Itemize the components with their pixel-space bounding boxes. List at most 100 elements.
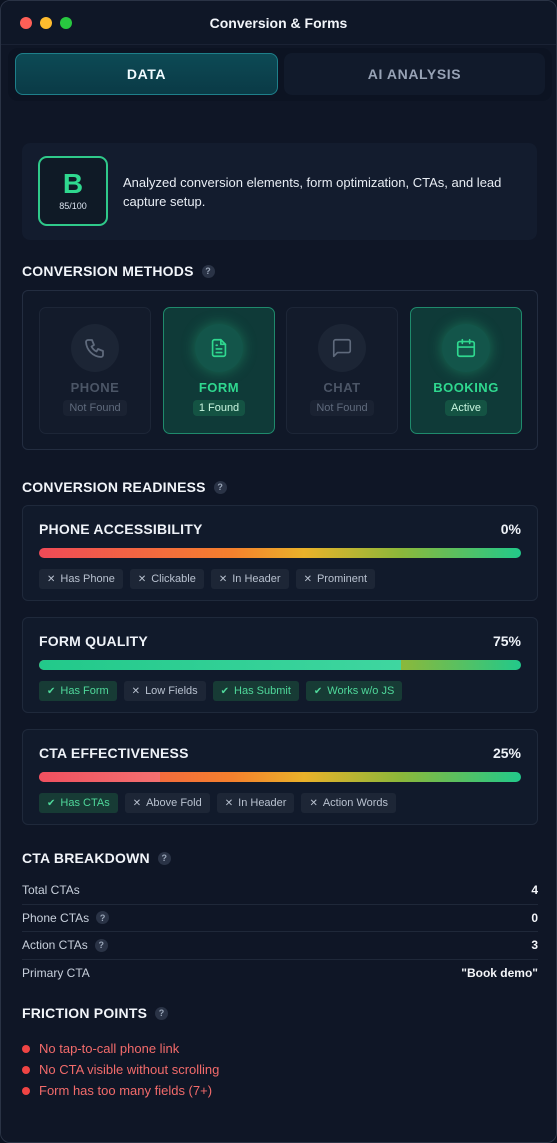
row-label-text: Action CTAs xyxy=(22,938,88,953)
friction-text: No tap-to-call phone link xyxy=(39,1041,180,1056)
help-icon[interactable]: ? xyxy=(96,911,110,925)
grade-badge: B 85/100 xyxy=(38,156,108,226)
row-value: "Book demo" xyxy=(461,966,538,981)
table-row: Phone CTAs? 0 xyxy=(22,905,538,932)
metric-cta-effectiveness: CTA EFFECTIVENESS 25% ✔ Has CTAs ✕ Above F… xyxy=(22,729,538,825)
method-status: Not Found xyxy=(310,400,374,416)
row-value: 3 xyxy=(531,938,538,953)
method-card-phone: PHONE Not Found xyxy=(39,307,151,434)
grade-description: Analyzed conversion elements, form optim… xyxy=(123,175,502,209)
help-icon[interactable]: ? xyxy=(201,264,215,278)
section-title-friction-label: FRICTION POINTS xyxy=(22,1005,148,1021)
check-chip: ✔ Has Submit xyxy=(212,681,299,701)
metric-value: 75% xyxy=(492,633,521,649)
list-item: No tap-to-call phone link xyxy=(22,1038,219,1059)
x-icon: ✕ xyxy=(47,573,56,585)
check-label: Has Phone xyxy=(60,573,115,585)
method-status: Not Found xyxy=(63,400,127,416)
check-chip: ✔ Has Form xyxy=(39,681,117,701)
row-value: 0 xyxy=(531,910,538,925)
method-status: Active xyxy=(445,400,487,416)
table-row: Primary CTA "Book demo" xyxy=(22,960,538,988)
check-chip: ✔ Has CTAs xyxy=(39,793,118,813)
table-row: Action CTAs? 3 xyxy=(22,932,538,960)
check-list: ✔ Has CTAs ✕ Above Fold ✕ In Header ✕ Action… xyxy=(39,793,397,813)
x-icon: ✕ xyxy=(309,797,318,809)
section-title-friction: FRICTION POINTS ? xyxy=(22,1005,169,1021)
check-chip: ✕ In Header xyxy=(216,793,295,813)
friction-text: No CTA visible without scrolling xyxy=(39,1062,220,1077)
row-label-text: Phone CTAs xyxy=(22,910,90,925)
chat-icon xyxy=(318,324,366,372)
check-label: Clickable xyxy=(151,573,196,585)
metric-phone-accessibility: PHONE ACCESSIBILITY 0% ✕ Has Phone ✕ Click… xyxy=(22,505,538,601)
check-label: Prominent xyxy=(316,573,368,585)
check-icon: ✔ xyxy=(313,685,323,697)
check-chip: ✕ Above Fold xyxy=(124,793,210,813)
section-title-cta-label: CTA BREAKDOWN xyxy=(22,850,150,866)
row-value: 4 xyxy=(531,883,538,898)
progress-fill xyxy=(39,660,401,670)
close-window-button[interactable] xyxy=(20,17,32,29)
method-label: CHAT xyxy=(323,380,361,395)
check-label: Has CTAs xyxy=(60,797,110,809)
tab-data[interactable]: DATA xyxy=(15,53,278,95)
zoom-window-button[interactable] xyxy=(60,17,72,29)
check-chip: ✕ Action Words xyxy=(301,793,397,813)
progress-fill xyxy=(39,772,160,782)
metric-name: PHONE ACCESSIBILITY xyxy=(39,521,203,537)
tab-bar: DATA AI ANALYSIS xyxy=(8,48,552,101)
method-card-form: FORM 1 Found xyxy=(163,307,275,434)
check-label: Low Fields xyxy=(145,685,198,697)
metric-name: CTA EFFECTIVENESS xyxy=(39,745,189,761)
list-item: Form has too many fields (7+) xyxy=(22,1080,219,1101)
method-card-booking: BOOKING Active xyxy=(410,307,522,434)
row-label: Action CTAs? xyxy=(22,938,108,952)
row-label: Total CTAs xyxy=(22,883,80,897)
window-controls xyxy=(20,17,72,29)
app-window: Conversion & Forms DATA AI ANALYSIS B 85… xyxy=(0,0,557,1143)
section-title-readiness: CONVERSION READINESS ? xyxy=(22,479,227,495)
help-icon[interactable]: ? xyxy=(157,851,171,865)
check-chip: ✔ Works w/o JS xyxy=(305,681,403,701)
friction-text: Form has too many fields (7+) xyxy=(39,1083,213,1098)
check-chip: ✕ Low Fields xyxy=(123,681,206,701)
check-list: ✔ Has Form ✕ Low Fields ✔ Has Submit ✔ Works… xyxy=(39,681,403,701)
check-chip: ✕ In Header xyxy=(210,569,289,589)
tab-ai-analysis[interactable]: AI ANALYSIS xyxy=(284,53,545,95)
method-label: PHONE xyxy=(70,380,120,395)
x-icon: ✕ xyxy=(137,573,147,585)
method-label: BOOKING xyxy=(433,380,499,395)
row-label-text: Primary CTA xyxy=(22,966,90,981)
check-label: Above Fold xyxy=(146,797,202,809)
check-icon: ✔ xyxy=(47,685,56,697)
minimize-window-button[interactable] xyxy=(40,17,52,29)
x-icon: ✕ xyxy=(224,797,234,809)
help-icon[interactable]: ? xyxy=(213,480,227,494)
form-icon xyxy=(195,324,243,372)
check-label: Action Words xyxy=(322,797,389,809)
phone-icon xyxy=(71,324,119,372)
conversion-methods-panel: PHONE Not Found FORM 1 Found CHAT Not Fo… xyxy=(22,290,538,450)
grade-score: 85/100 xyxy=(59,201,87,211)
help-icon[interactable]: ? xyxy=(155,1006,169,1020)
cta-breakdown-table: Total CTAs 4 Phone CTAs? 0 Action CTAs? … xyxy=(22,877,538,987)
x-icon: ✕ xyxy=(303,573,312,585)
check-label: Works w/o JS xyxy=(327,685,395,697)
method-label: FORM xyxy=(198,380,240,395)
section-title-cta: CTA BREAKDOWN ? xyxy=(22,850,171,866)
table-row: Total CTAs 4 xyxy=(22,877,538,905)
help-icon[interactable]: ? xyxy=(94,938,108,952)
calendar-icon xyxy=(442,324,490,372)
list-item: No CTA visible without scrolling xyxy=(22,1059,219,1080)
window-title: Conversion & Forms xyxy=(209,14,348,31)
check-label: In Header xyxy=(238,797,287,809)
row-label: Primary CTA xyxy=(22,966,90,980)
row-label-text: Total CTAs xyxy=(22,883,80,898)
check-icon: ✔ xyxy=(220,685,230,697)
status-dot xyxy=(22,1044,30,1053)
check-label: Has Submit xyxy=(234,685,291,697)
x-icon: ✕ xyxy=(131,685,141,697)
check-icon: ✔ xyxy=(47,797,56,809)
content-panel: B 85/100 Analyzed conversion elements, f… xyxy=(1,103,556,1142)
